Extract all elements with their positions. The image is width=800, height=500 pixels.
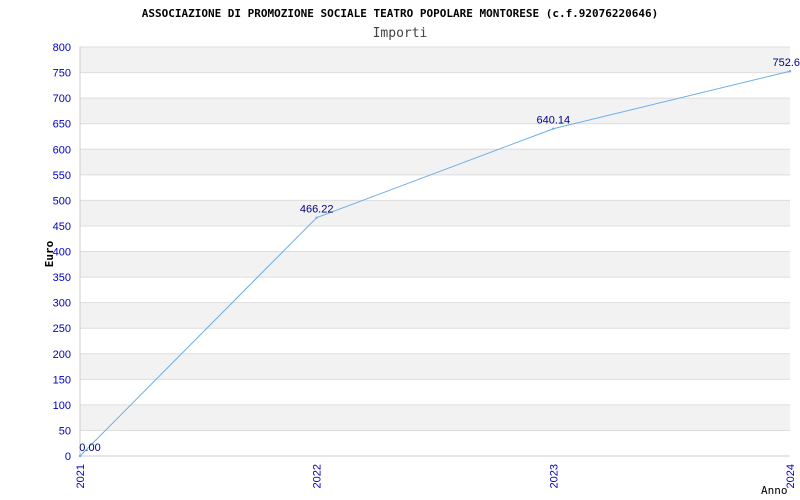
band xyxy=(80,98,790,124)
x-axis-label: Anno xyxy=(761,484,788,497)
data-label: 0.00 xyxy=(79,442,100,454)
data-point xyxy=(78,454,82,458)
data-point xyxy=(788,70,792,73)
y-tick-label: 50 xyxy=(59,425,71,437)
x-tick-label: 2021 xyxy=(75,464,87,488)
y-tick-label: 650 xyxy=(53,119,71,131)
y-tick-label: 450 xyxy=(53,221,71,233)
data-label: 640.14 xyxy=(537,115,571,127)
band xyxy=(80,200,790,226)
y-tick-label: 0 xyxy=(65,451,71,463)
data-label: 752.6 xyxy=(772,57,800,69)
y-tick-label: 550 xyxy=(53,170,71,182)
data-point xyxy=(552,127,555,130)
x-tick-label: 2023 xyxy=(548,464,560,488)
y-tick-label: 700 xyxy=(53,93,71,105)
band xyxy=(80,251,790,278)
data-point xyxy=(315,216,318,219)
chart-subtitle: Importi xyxy=(373,26,428,41)
y-tick-label: 600 xyxy=(53,144,71,156)
line-chart: ASSOCIAZIONE DI PROMOZIONE SOCIALE TEATR… xyxy=(43,7,800,497)
y-tick-label: 750 xyxy=(53,68,71,80)
band xyxy=(80,404,790,431)
band xyxy=(80,149,790,175)
y-axis-label: Euro xyxy=(43,240,56,267)
y-tick-label: 100 xyxy=(53,400,71,412)
chart-title: ASSOCIAZIONE DI PROMOZIONE SOCIALE TEATR… xyxy=(142,7,659,20)
y-tick-label: 500 xyxy=(53,195,71,207)
data-label: 466.22 xyxy=(300,204,334,216)
y-tick-label: 350 xyxy=(53,272,71,284)
y-tick-label: 200 xyxy=(53,349,71,361)
band xyxy=(80,353,790,380)
y-tick-label: 250 xyxy=(53,323,71,335)
band xyxy=(80,302,790,329)
y-tick-label: 800 xyxy=(53,42,71,54)
band xyxy=(80,47,790,73)
y-tick-label: 150 xyxy=(53,374,71,386)
x-axis-ticks: 2021 2022 2023 2024 xyxy=(75,464,797,488)
x-tick-label: 2022 xyxy=(312,464,324,488)
y-tick-label: 300 xyxy=(53,298,71,310)
